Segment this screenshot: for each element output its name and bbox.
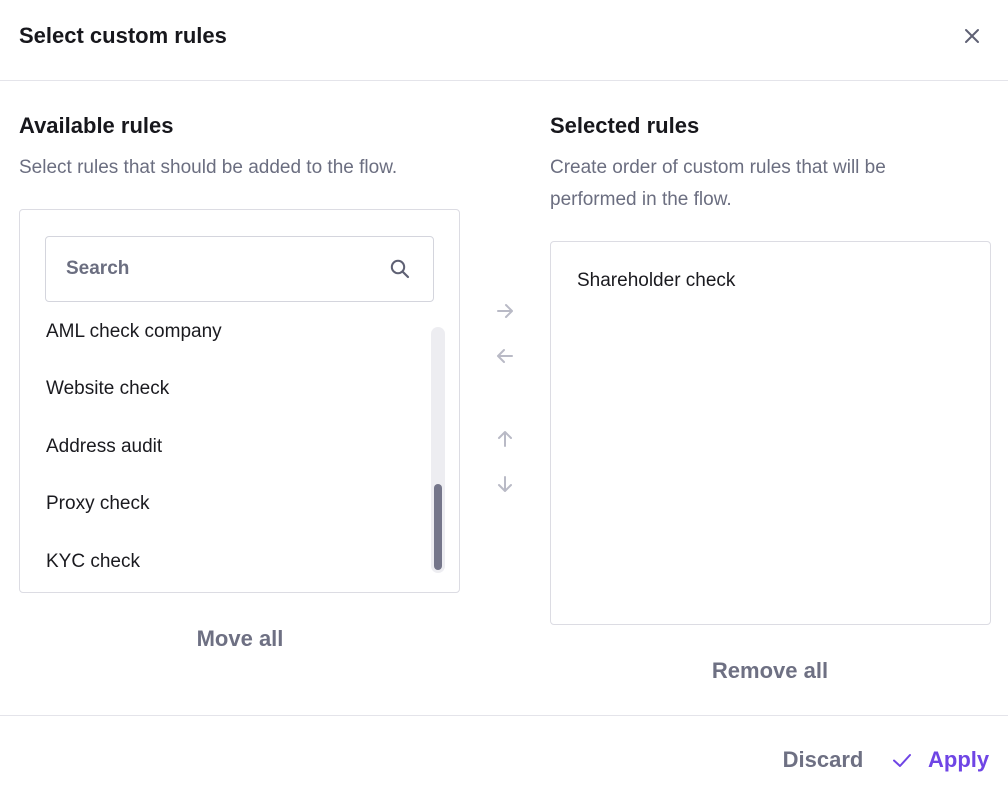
move-right-button[interactable] xyxy=(493,299,517,323)
move-up-button[interactable] xyxy=(493,427,517,451)
dialog-footer: Discard Apply xyxy=(0,715,1008,796)
arrow-right-icon xyxy=(497,304,513,318)
arrow-left-icon xyxy=(497,349,513,363)
available-rules-panel: AML check company Website check Address … xyxy=(19,209,460,593)
scrollbar-track[interactable] xyxy=(431,327,445,573)
search-input[interactable] xyxy=(46,237,376,301)
list-item[interactable]: Website check xyxy=(46,374,169,404)
search-icon[interactable] xyxy=(388,257,412,281)
arrow-down-icon xyxy=(498,476,512,492)
selected-rule-item[interactable]: Shareholder check xyxy=(577,266,735,296)
close-button[interactable] xyxy=(958,22,986,50)
move-down-button[interactable] xyxy=(493,472,517,496)
selected-rules-description: Create order of custom rules that will b… xyxy=(550,157,886,210)
apply-button[interactable]: Apply xyxy=(890,745,989,775)
close-icon xyxy=(965,29,979,43)
move-left-button[interactable] xyxy=(493,344,517,368)
move-all-button[interactable]: Move all xyxy=(170,624,310,654)
available-rules-description: Select rules that should be added to the… xyxy=(19,157,398,178)
scrollbar-thumb[interactable] xyxy=(434,484,442,570)
dialog-header: Select custom rules xyxy=(0,0,1008,81)
list-item[interactable]: KYC check xyxy=(46,547,140,577)
selected-rules-title: Selected rules xyxy=(550,113,700,138)
selected-rules-panel: Shareholder check xyxy=(550,241,991,625)
remove-all-button[interactable]: Remove all xyxy=(690,656,850,686)
list-item[interactable]: Proxy check xyxy=(46,489,149,519)
check-icon xyxy=(893,754,911,767)
available-rules-list[interactable]: AML check company Website check Address … xyxy=(20,318,430,578)
search-field[interactable] xyxy=(45,236,434,302)
arrow-up-icon xyxy=(498,431,512,447)
list-item[interactable]: Address audit xyxy=(46,432,162,462)
list-item[interactable]: AML check company xyxy=(46,318,222,347)
apply-label: Apply xyxy=(928,747,990,772)
dialog-title: Select custom rules xyxy=(19,23,227,48)
available-rules-title: Available rules xyxy=(19,113,174,138)
discard-button[interactable]: Discard xyxy=(772,745,874,775)
